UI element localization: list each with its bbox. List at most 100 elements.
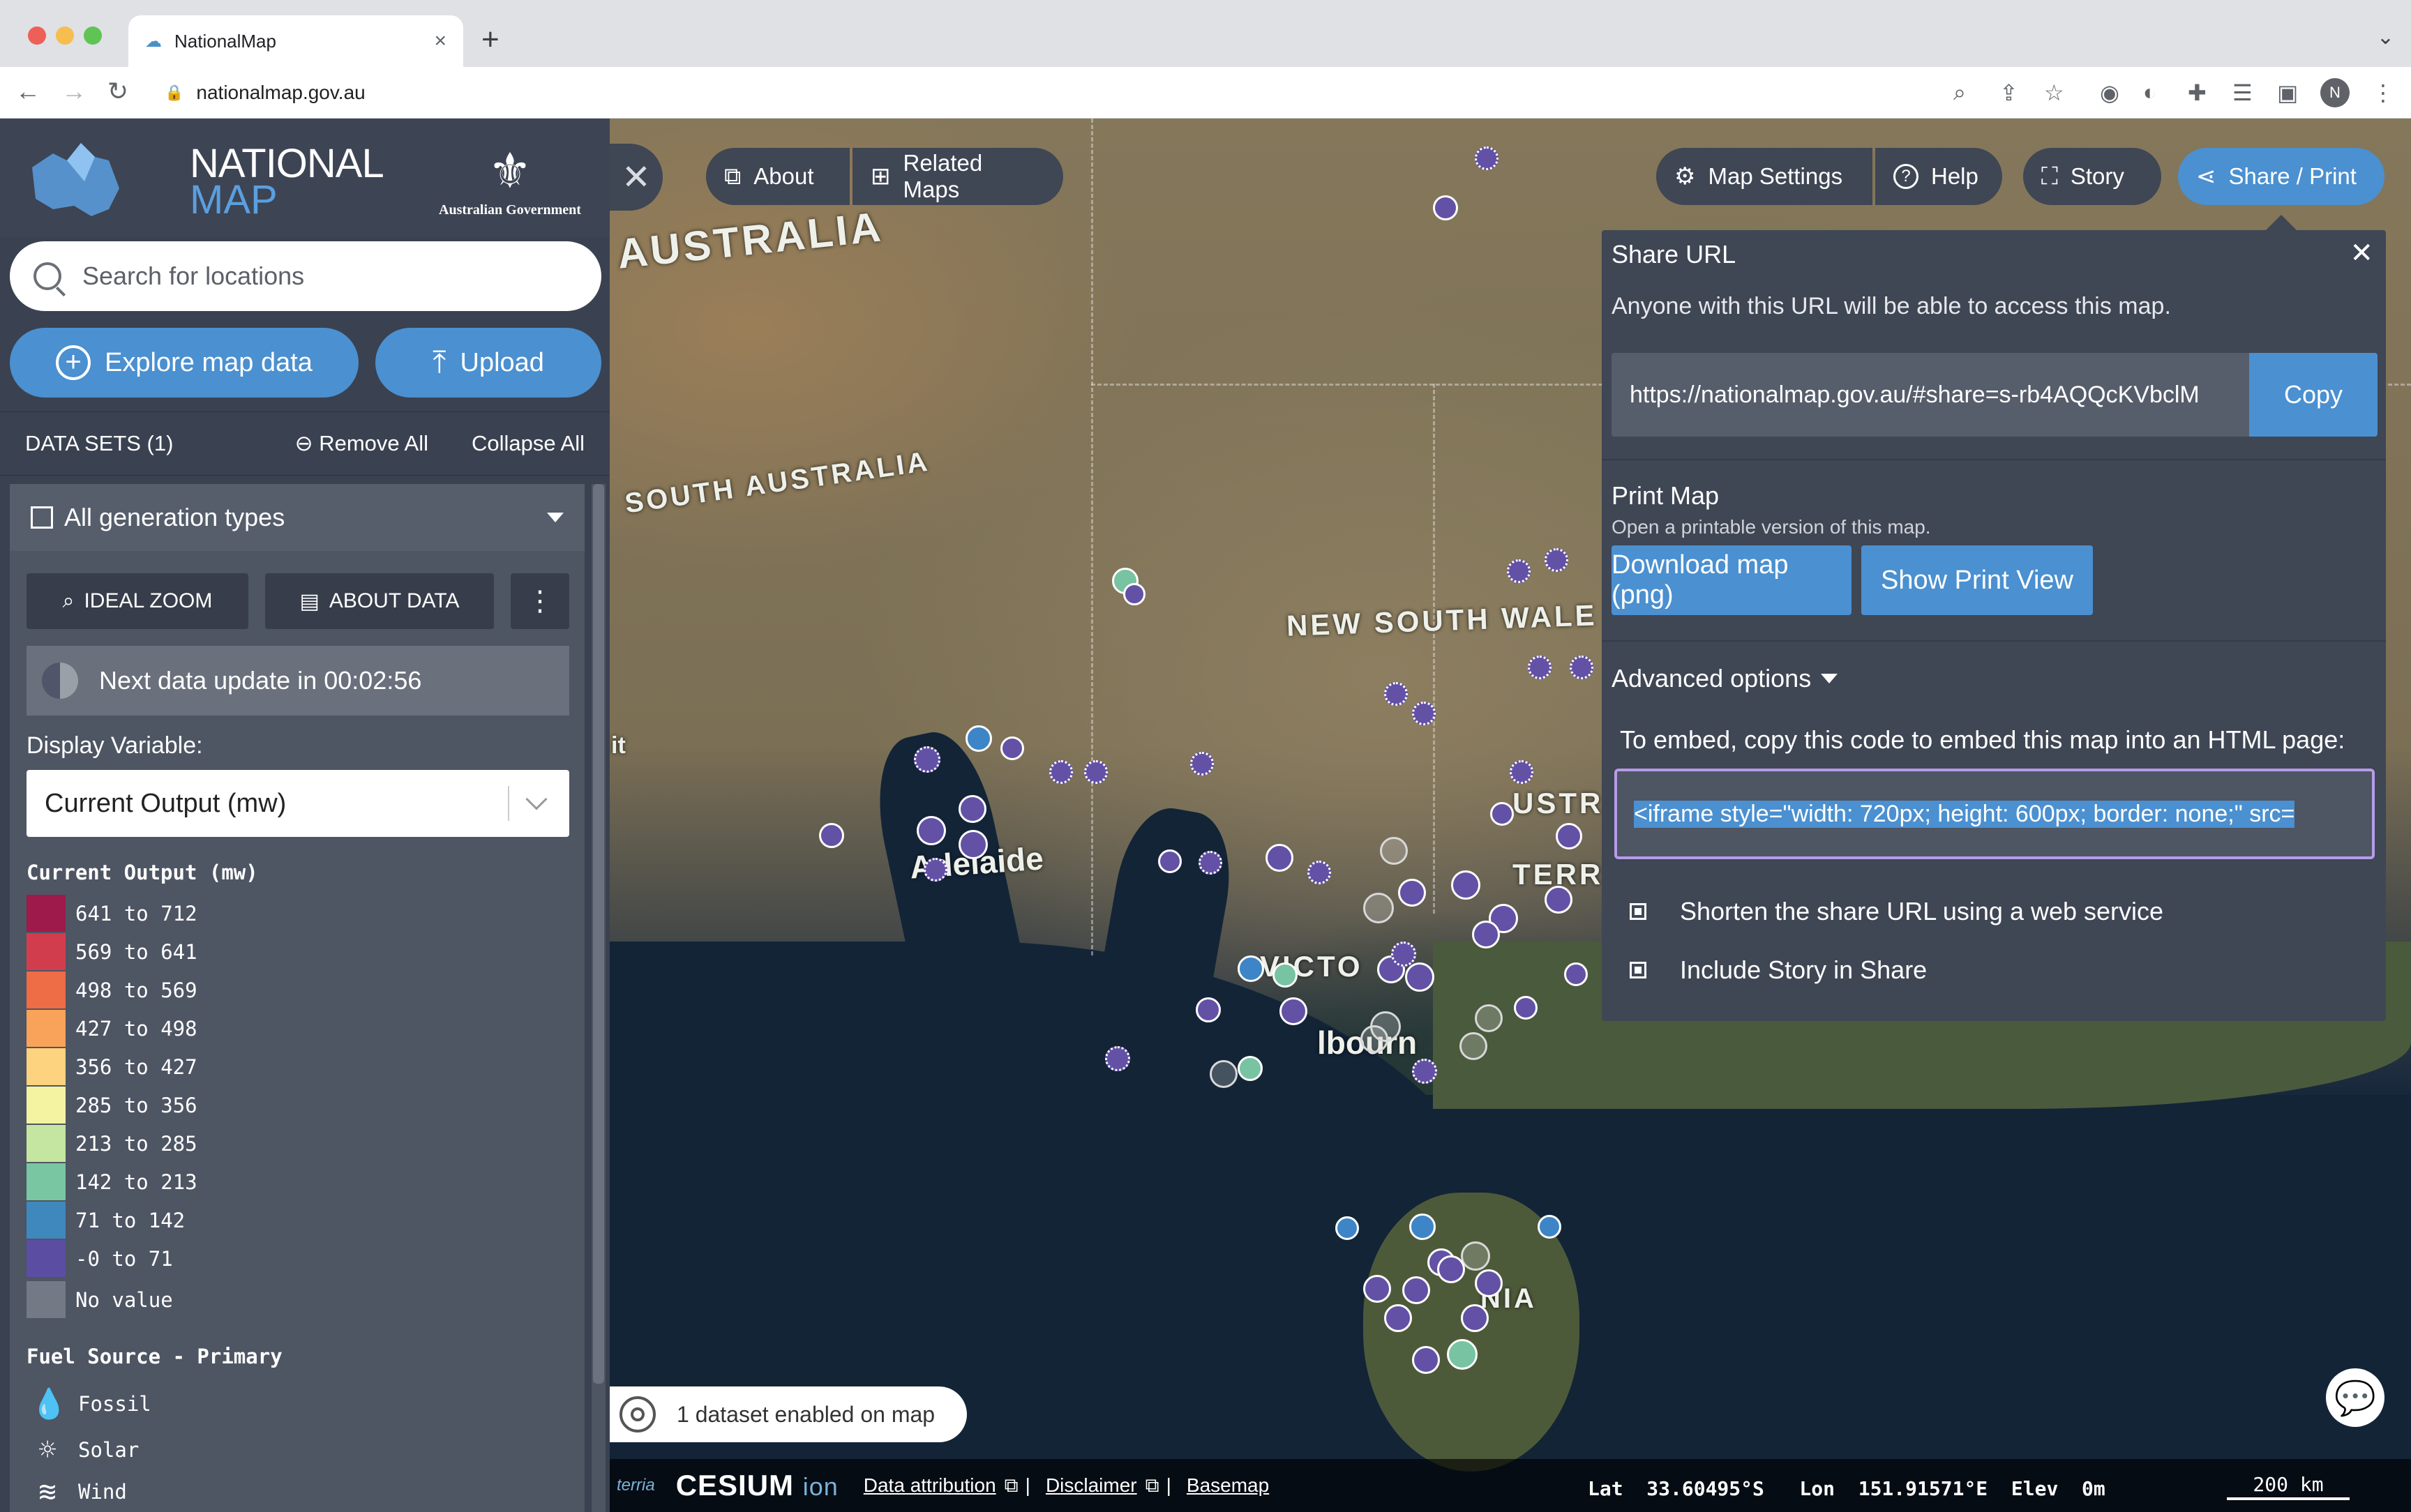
- power-station-marker[interactable]: [1472, 921, 1500, 948]
- reload-icon[interactable]: ↻: [107, 77, 128, 106]
- power-station-marker[interactable]: [1447, 1339, 1478, 1370]
- power-station-marker[interactable]: [1279, 997, 1307, 1025]
- url-field[interactable]: 🔒 nationalmap.gov.au: [151, 74, 1999, 112]
- data-attribution-link[interactable]: Data attribution: [864, 1474, 996, 1497]
- sidebar-scrollbar[interactable]: [592, 484, 606, 1512]
- share-page-icon[interactable]: ⇪: [1999, 80, 2018, 106]
- power-station-marker[interactable]: [1238, 1056, 1263, 1081]
- power-station-marker[interactable]: [819, 823, 844, 848]
- power-station-marker[interactable]: [917, 816, 946, 845]
- basemap-link[interactable]: Basemap: [1187, 1474, 1269, 1497]
- extension-1-icon[interactable]: ◉: [2100, 80, 2119, 106]
- power-station-marker[interactable]: [1451, 870, 1480, 900]
- collapse-all-button[interactable]: Collapse All: [472, 431, 585, 456]
- feedback-button[interactable]: 💬: [2326, 1368, 2384, 1427]
- extensions-puzzle-icon[interactable]: ✚: [2188, 80, 2207, 106]
- power-station-marker[interactable]: [1556, 823, 1582, 849]
- power-station-marker[interactable]: [1210, 1060, 1238, 1088]
- upload-button[interactable]: ⤒ Upload: [375, 328, 601, 398]
- power-station-marker[interactable]: [1398, 879, 1426, 907]
- show-print-view-button[interactable]: Show Print View: [1861, 545, 2093, 615]
- include-story-option[interactable]: Include Story in Share: [1630, 955, 1927, 985]
- solar-marker[interactable]: [1545, 548, 1568, 572]
- close-tab-icon[interactable]: ×: [434, 29, 446, 53]
- shorten-url-option[interactable]: Shorten the share URL using a web servic…: [1630, 897, 2163, 926]
- solar-marker[interactable]: [1412, 1059, 1437, 1084]
- embed-code-field[interactable]: <iframe style="width: 720px; height: 600…: [1614, 769, 2375, 859]
- solar-marker[interactable]: [1570, 656, 1593, 679]
- reading-list-icon[interactable]: ☰: [2232, 80, 2253, 106]
- about-data-button[interactable]: ▤ ABOUT DATA: [265, 573, 494, 629]
- power-station-marker[interactable]: [1265, 844, 1293, 872]
- disclaimer-link[interactable]: Disclaimer: [1046, 1474, 1137, 1497]
- power-station-marker[interactable]: [1384, 1304, 1412, 1332]
- close-icon[interactable]: ✕: [2350, 237, 2373, 269]
- minimize-window-button[interactable]: [56, 27, 74, 45]
- ideal-zoom-button[interactable]: ⌕ IDEAL ZOOM: [27, 573, 248, 629]
- cesium-logo[interactable]: CESIUM ion: [676, 1469, 839, 1502]
- wind-marker[interactable]: [1238, 955, 1264, 982]
- solar-marker[interactable]: [1475, 146, 1499, 170]
- solar-marker[interactable]: [1510, 760, 1533, 784]
- map-settings-button[interactable]: ⚙ Map Settings: [1656, 148, 1872, 205]
- close-window-button[interactable]: [28, 27, 46, 45]
- solar-marker[interactable]: [1391, 942, 1416, 967]
- browser-tab[interactable]: ☁ NationalMap ×: [128, 15, 463, 67]
- power-station-marker[interactable]: [1437, 1255, 1465, 1283]
- side-panel-icon[interactable]: ▣: [2277, 80, 2298, 106]
- wind-marker[interactable]: [966, 725, 992, 752]
- power-station-marker[interactable]: [1360, 1025, 1388, 1053]
- solar-marker[interactable]: [914, 746, 940, 773]
- search-input[interactable]: Search for locations: [10, 241, 601, 311]
- solar-marker[interactable]: [1384, 682, 1408, 706]
- share-print-button[interactable]: ⋖ Share / Print: [2178, 148, 2384, 205]
- datasets-enabled-badge[interactable]: 1 dataset enabled on map: [610, 1386, 967, 1442]
- solar-marker[interactable]: [1199, 851, 1222, 875]
- power-station-marker[interactable]: [1196, 997, 1221, 1022]
- collapse-caret-icon[interactable]: [547, 513, 564, 522]
- visibility-checkbox[interactable]: [31, 506, 53, 529]
- power-station-marker[interactable]: [1490, 802, 1514, 826]
- power-station-marker[interactable]: [1545, 886, 1572, 914]
- power-station-marker[interactable]: [1000, 736, 1024, 760]
- power-station-marker[interactable]: [1123, 583, 1146, 605]
- browser-menu-icon[interactable]: ⋮: [2372, 80, 2394, 106]
- solar-marker[interactable]: [1190, 752, 1214, 776]
- scrollbar-thumb[interactable]: [593, 484, 604, 1384]
- maximize-window-button[interactable]: [84, 27, 102, 45]
- profile-avatar[interactable]: N: [2320, 78, 2350, 107]
- terria-logo[interactable]: terria: [617, 1476, 655, 1495]
- forward-icon[interactable]: →: [61, 77, 87, 106]
- tab-search-chevron-icon[interactable]: ⌄: [2377, 25, 2394, 50]
- solar-marker[interactable]: [1412, 702, 1436, 725]
- power-station-marker[interactable]: [1514, 996, 1538, 1020]
- extension-2-icon[interactable]: ◐: [2143, 80, 2156, 105]
- power-station-marker[interactable]: [1433, 195, 1458, 220]
- power-station-marker[interactable]: [1363, 893, 1394, 923]
- solar-marker[interactable]: [1049, 760, 1073, 784]
- power-station-marker[interactable]: [1158, 849, 1182, 873]
- back-icon[interactable]: ←: [15, 77, 40, 106]
- new-tab-button[interactable]: +: [481, 22, 500, 57]
- power-station-marker[interactable]: [1380, 837, 1408, 865]
- power-station-marker[interactable]: [1475, 1269, 1503, 1297]
- copy-button[interactable]: Copy: [2249, 353, 2378, 437]
- download-map-button[interactable]: Download map (png): [1612, 545, 1852, 615]
- explore-map-data-button[interactable]: + Explore map data: [10, 328, 359, 398]
- solar-marker[interactable]: [1084, 760, 1108, 784]
- wind-marker[interactable]: [1409, 1214, 1436, 1240]
- story-button[interactable]: ⛶ Story: [2023, 148, 2161, 205]
- power-station-marker[interactable]: [959, 795, 986, 823]
- solar-marker[interactable]: [1507, 559, 1531, 583]
- include-story-checkbox[interactable]: [1630, 962, 1646, 978]
- power-station-marker[interactable]: [1475, 1004, 1503, 1032]
- workbench-item-header[interactable]: All generation types: [10, 484, 585, 551]
- advanced-options-toggle[interactable]: Advanced options: [1612, 664, 1838, 693]
- wind-marker[interactable]: [1538, 1215, 1561, 1239]
- power-station-marker[interactable]: [1459, 1032, 1487, 1060]
- solar-marker[interactable]: [924, 858, 947, 882]
- power-station-marker[interactable]: [1412, 1346, 1440, 1374]
- related-maps-button[interactable]: ⊞ Related Maps: [853, 148, 1063, 205]
- remove-all-button[interactable]: ⊖ Remove All: [295, 431, 428, 456]
- bookmark-star-icon[interactable]: ☆: [2044, 80, 2064, 106]
